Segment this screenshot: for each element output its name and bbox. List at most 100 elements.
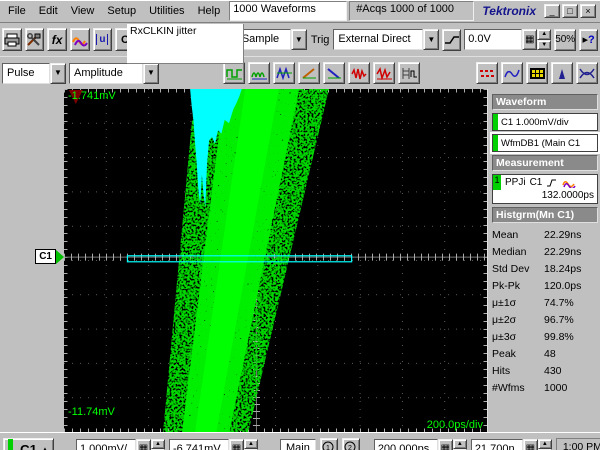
print-button[interactable] [2, 28, 22, 51]
horizontal-scale-value: 200.000ps [374, 439, 438, 450]
vertical-offset-field[interactable]: -6.741mV ▦ ▲▼ [169, 439, 258, 450]
stat-label: Mean [492, 229, 544, 241]
eye-diagram-icon [579, 67, 596, 80]
channel-reference-marker[interactable]: C1 [35, 249, 64, 264]
spin-up-icon[interactable]: ▲ [538, 439, 552, 450]
waveform-item-wfmdb1[interactable]: WfmDB1 (Main C1 [492, 134, 598, 152]
menu-edit[interactable]: Edit [33, 2, 65, 20]
measure-pkpk-button[interactable] [273, 62, 295, 84]
measure-delay-button[interactable] [398, 62, 420, 84]
acqs-counter: #Acqs 1000 of 1000 [349, 1, 474, 21]
display-dots-button[interactable] [476, 62, 498, 84]
measurement-item[interactable]: 1 PPJi C1 132.0000ps [492, 174, 598, 204]
vertical-offset-value: -6.741mV [169, 439, 229, 450]
menu-setup[interactable]: Setup [101, 2, 143, 20]
chevron-down-icon[interactable]: ▼ [291, 29, 307, 50]
tektronix-logo: Tektronix [474, 4, 544, 18]
minimize-button[interactable]: _ [544, 4, 560, 18]
window-controls: _ □ × [544, 4, 598, 18]
restore-button[interactable]: □ [562, 4, 578, 18]
horizontal-position-value: 21.700n [471, 439, 523, 450]
set-level-50-button[interactable]: 50% [554, 29, 576, 51]
stat-row: Mean22.29ns [492, 226, 598, 243]
cursors-button[interactable]: u [93, 28, 113, 51]
chevron-down-icon[interactable]: ▼ [423, 29, 439, 50]
measure-category-select[interactable]: Pulse ▼ [2, 63, 66, 84]
stat-label: Std Dev [492, 263, 544, 275]
menu-bar: FileEditViewSetupUtilitiesHelp 1000 Wave… [0, 0, 600, 23]
color-waveform-icon [562, 178, 576, 188]
stat-value: 1000 [544, 382, 567, 394]
waveform-section-header: Waveform [492, 94, 598, 110]
spin-up-icon[interactable]: ▲ [453, 439, 467, 450]
stat-value: 99.8% [544, 331, 574, 343]
waveform-database-button[interactable] [526, 62, 548, 84]
close-button[interactable]: × [580, 4, 596, 18]
setup-tools-button[interactable] [25, 28, 45, 51]
menu-utilities[interactable]: Utilities [143, 2, 191, 20]
measure-risetime-button[interactable] [298, 62, 320, 84]
spin-down-icon[interactable]: ▼ [537, 40, 551, 51]
measure-period-button[interactable] [223, 62, 245, 84]
channel-color-stripe [8, 439, 13, 450]
stat-label: μ±2σ [492, 314, 544, 326]
trigger-source-select[interactable]: External Direct ▼ [333, 29, 439, 50]
measure-phase-button[interactable] [373, 62, 395, 84]
stat-label: Peak [492, 348, 544, 360]
trigger-slope-button[interactable] [442, 29, 461, 51]
menu-file[interactable]: File [2, 2, 33, 20]
fx-icon: fx [52, 33, 63, 47]
menu-view[interactable]: View [65, 2, 102, 20]
context-help-button[interactable]: ▸? [579, 29, 598, 51]
histogram-statistics: Mean22.29nsMedian22.29nsStd Dev18.24psPk… [492, 226, 598, 396]
keypad-icon[interactable]: ▦ [229, 439, 244, 450]
stat-label: μ±1σ [492, 297, 544, 309]
vertical-scale-field[interactable]: 1.000mV/ ▦ ▲▼ [76, 439, 165, 450]
keypad-icon[interactable]: ▦ [522, 29, 537, 50]
timebase-indicator: Main [280, 439, 316, 450]
horizontal-position-field[interactable]: 21.700n ▦ ▲▼ [471, 439, 552, 450]
keypad-icon[interactable]: ▦ [523, 439, 538, 450]
cursors-icon: u [96, 34, 108, 45]
measure-type-select[interactable]: Amplitude ▼ [69, 63, 159, 84]
zoom-1-button[interactable]: 1 [320, 438, 338, 450]
chevron-up-icon: ▲ [41, 445, 49, 450]
channel-select-button[interactable]: C1 ▲ [3, 438, 54, 450]
spin-up-icon[interactable]: ▲ [537, 29, 551, 40]
stat-label: Hits [492, 365, 544, 377]
waveform-item-label: C1 1.000mV/div [501, 117, 569, 128]
toolbar-measurement: Pulse ▼ Amplitude ▼ [0, 57, 600, 89]
measure-frequency-button[interactable] [248, 62, 270, 84]
waveform-color-button[interactable] [70, 28, 90, 51]
stat-label: Median [492, 246, 544, 258]
keypad-icon[interactable]: ▦ [438, 439, 453, 450]
zoom-2-button[interactable]: 2 [342, 438, 360, 450]
display-area: C1 [0, 89, 600, 432]
trigger-level-field[interactable]: 0.0V ▦ ▲ ▼ [464, 29, 551, 50]
histogram-icon [554, 67, 571, 80]
waveform-item-c1[interactable]: C1 1.000mV/div [492, 113, 598, 131]
stat-value: 74.7% [544, 297, 574, 309]
vertical-scale-value: 1.000mV/ [76, 439, 136, 450]
spin-up-icon[interactable]: ▲ [151, 439, 165, 450]
histogram-mode-button[interactable] [551, 62, 573, 84]
horizontal-scale-field[interactable]: 200.000ps ▦ ▲▼ [374, 439, 467, 450]
chevron-down-icon[interactable]: ▼ [143, 63, 159, 84]
eye-diagram-button[interactable] [576, 62, 598, 84]
stat-label: #Wfms [492, 382, 544, 394]
measure-falltime-button[interactable] [323, 62, 345, 84]
keypad-icon[interactable]: ▦ [136, 439, 151, 450]
measure-burst-button[interactable] [348, 62, 370, 84]
spin-up-icon[interactable]: ▲ [244, 439, 258, 450]
oscilloscope-application: FileEditViewSetupUtilitiesHelp 1000 Wave… [0, 0, 600, 450]
acquisition-mode-select[interactable]: Sample ▼ [237, 29, 307, 50]
math-button[interactable]: fx [47, 28, 67, 51]
display-vector-button[interactable] [501, 62, 523, 84]
graticule-display: -1.741mV -11.74mV 200.0ps/div [64, 89, 487, 432]
menu-help[interactable]: Help [192, 2, 228, 20]
acquisition-mode-value: Sample [237, 29, 291, 50]
stat-value: 120.0ps [544, 280, 581, 292]
chevron-down-icon[interactable]: ▼ [50, 63, 66, 84]
stat-row: Peak48 [492, 345, 598, 362]
database-grid-icon [529, 67, 546, 80]
